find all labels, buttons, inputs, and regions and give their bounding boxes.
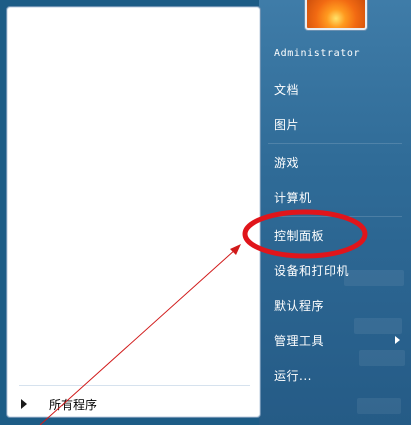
- menu-separator: [268, 143, 402, 144]
- menu-item-label: 控制面板: [274, 228, 325, 243]
- menu-item-default-programs[interactable]: 默认程序: [268, 292, 402, 318]
- menu-item-label: 文档: [274, 82, 300, 97]
- menu-item-label: 设备和打印机: [274, 263, 350, 278]
- menu-item-label: 计算机: [274, 190, 312, 205]
- menu-item-administrative-tools[interactable]: 管理工具: [268, 327, 402, 353]
- menu-item-run[interactable]: 运行...: [268, 362, 402, 388]
- menu-item-label: 图片: [274, 117, 300, 132]
- menu-item-label: 管理工具: [274, 333, 325, 348]
- user-name-link[interactable]: Administrator: [274, 48, 360, 59]
- menu-item-control-panel[interactable]: 控制面板: [268, 222, 402, 248]
- triangle-right-icon: [395, 336, 400, 344]
- menu-item-games[interactable]: 游戏: [268, 149, 402, 175]
- menu-item-pictures[interactable]: 图片: [268, 111, 402, 137]
- user-avatar[interactable]: [305, 0, 367, 30]
- all-programs-button[interactable]: 所有程序: [17, 392, 255, 416]
- triangle-right-icon: [21, 399, 27, 409]
- menu-item-label: 默认程序: [274, 298, 325, 313]
- background-ghost-4: [357, 398, 401, 414]
- left-pane-separator: [19, 385, 250, 386]
- start-menu: 所有程序 Administrator 文档 图片 游戏 计算机 控制面板 设备和…: [0, 0, 411, 425]
- menu-item-label: 运行...: [274, 368, 312, 383]
- menu-item-devices-and-printers[interactable]: 设备和打印机: [268, 257, 402, 283]
- menu-item-computer[interactable]: 计算机: [268, 184, 402, 210]
- all-programs-label: 所有程序: [49, 397, 98, 412]
- menu-separator: [268, 216, 402, 217]
- left-pane: 所有程序: [6, 6, 261, 418]
- menu-item-documents[interactable]: 文档: [268, 76, 402, 102]
- menu-item-label: 游戏: [274, 155, 300, 170]
